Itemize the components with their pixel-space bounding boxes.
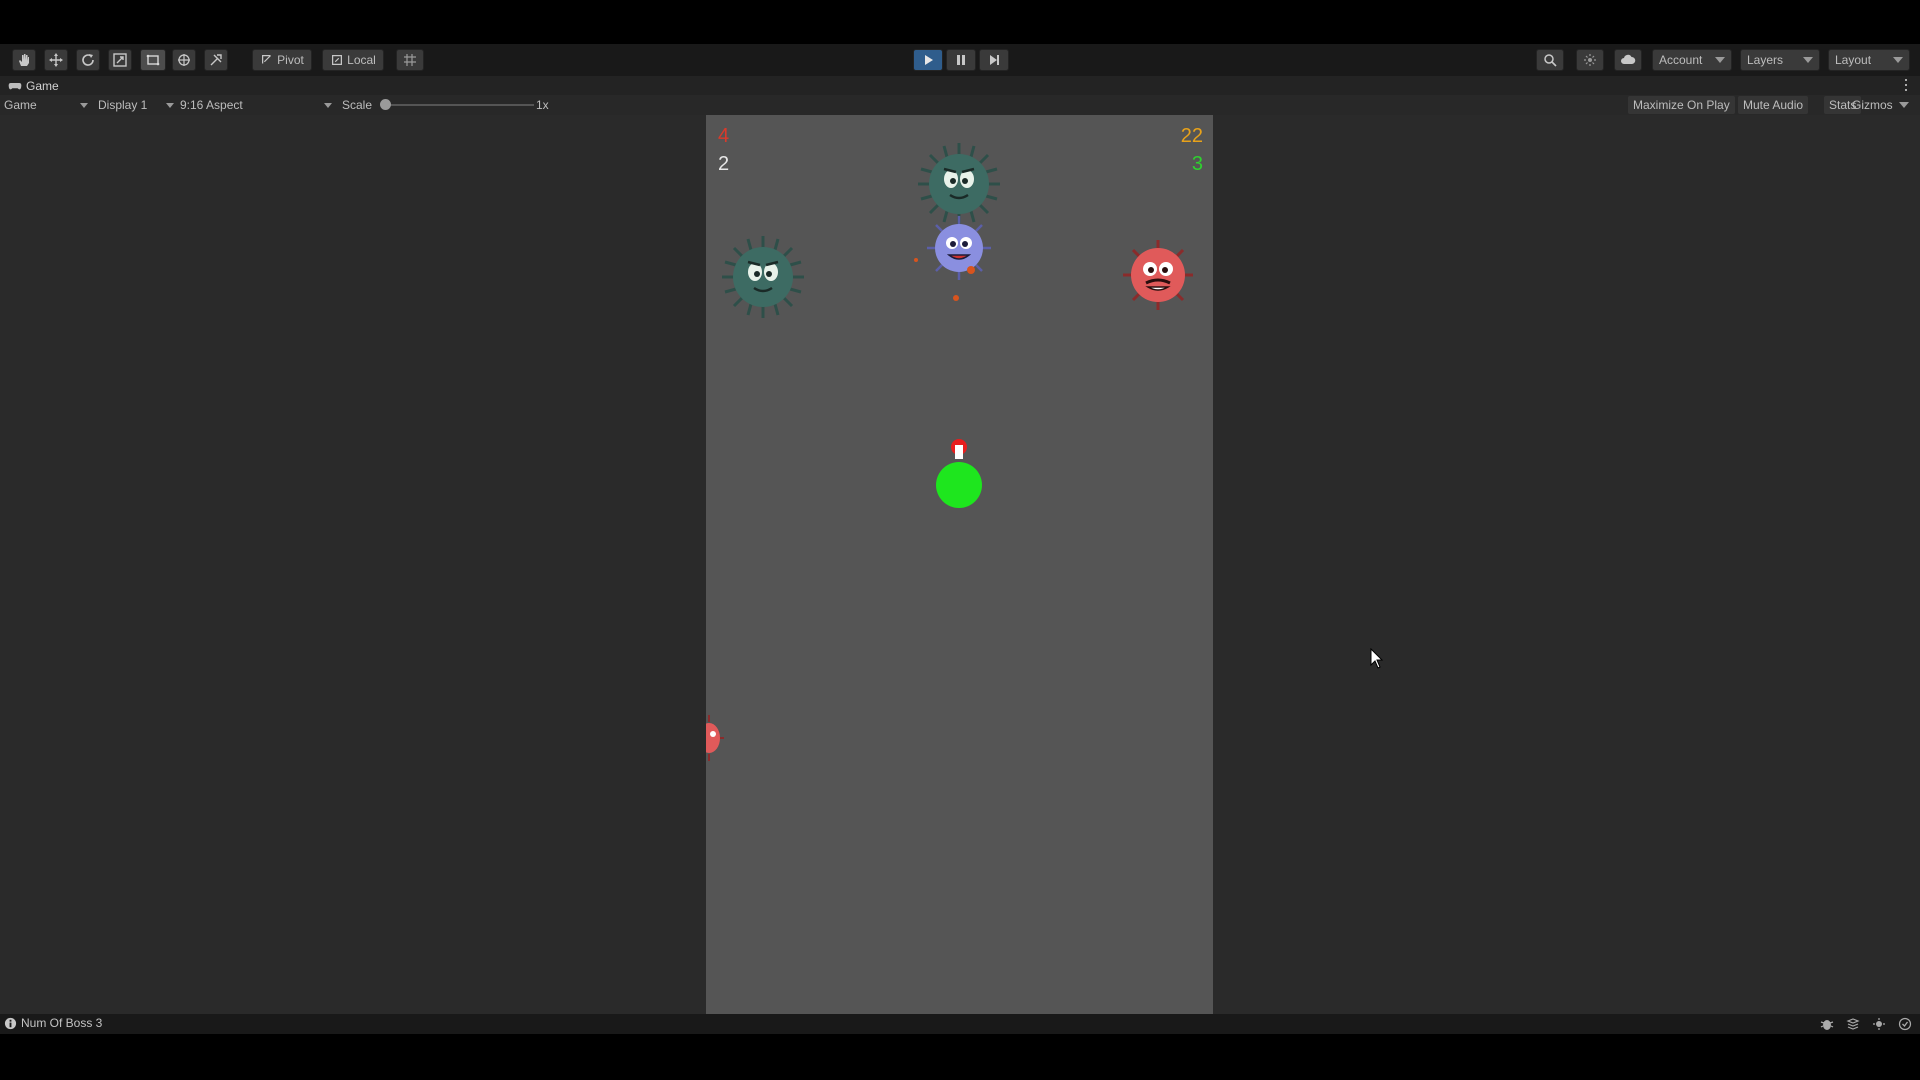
chevron-down-icon [324,102,332,108]
info-icon [4,1017,17,1029]
virus-teal-enemy [722,236,804,318]
game-canvas[interactable]: 4 2 22 3 [706,115,1213,1014]
pause-button[interactable] [946,49,976,71]
step-button[interactable] [979,49,1009,71]
rect-tool-icon[interactable] [140,49,166,71]
chevron-down-icon [1893,57,1903,63]
status-message-text: Num Of Boss 3 [21,1016,103,1030]
gizmos-toggle[interactable]: Gizmos [1852,96,1909,114]
chevron-down-icon [1715,57,1725,63]
scale-tool-icon[interactable] [108,49,132,71]
account-dropdown[interactable]: Account [1652,49,1732,71]
aspect-label: 9:16 Aspect [180,98,243,112]
lighting-icon[interactable] [1872,1017,1886,1031]
layers-label: Layers [1747,53,1784,67]
mute-audio-toggle[interactable]: Mute Audio [1738,96,1809,114]
hud-counter-white: 2 [718,153,730,175]
search-icon[interactable] [1536,49,1564,71]
collab-icon[interactable] [1576,49,1604,71]
account-label: Account [1659,53,1703,67]
mouse-cursor-icon [1370,648,1384,669]
hud-counter-green: 3 [1191,153,1203,175]
game-mode-label: Game [4,98,37,112]
status-bar: Num Of Boss 3 [0,1014,1920,1034]
chevron-down-icon [80,102,88,108]
grid-snap-icon[interactable] [396,49,424,71]
scale-slider-handle[interactable] [380,99,391,110]
hand-tool-icon[interactable] [12,49,36,71]
chevron-down-icon [166,102,174,108]
game-viewport[interactable]: 4 2 22 3 [0,115,1920,1014]
hud-counter-red: 4 [718,125,730,147]
pivot-icon [262,55,272,64]
game-mode-dropdown[interactable]: Game [4,96,88,114]
bug-icon[interactable] [1820,1017,1834,1031]
virus-red-small-enemy [706,715,724,761]
panel-tab-bar: Game [0,76,1920,95]
pause-icon [957,55,965,65]
display-label: Display 1 [98,98,148,112]
step-icon [990,55,999,65]
aspect-dropdown[interactable]: 9:16 Aspect [180,96,332,114]
scale-slider-track[interactable] [384,104,534,106]
enemy-projectiles [914,258,975,301]
tab-game[interactable]: Game [4,77,63,95]
player-ship [936,439,982,508]
cloud-icon[interactable] [1614,49,1642,71]
chevron-down-icon [1898,102,1909,108]
game-view-controls: Game Display 1 9:16 Aspect Scale 1x Maxi… [0,95,1920,115]
move-tool-icon[interactable] [44,49,68,71]
maximize-on-play-toggle[interactable]: Maximize On Play [1628,96,1735,114]
local-label: Local [347,53,376,67]
layout-dropdown[interactable]: Layout [1828,49,1910,71]
rotate-tool-icon[interactable] [76,49,100,71]
local-icon [332,55,343,65]
display-dropdown[interactable]: Display 1 [98,96,174,114]
transform-tool-icon[interactable] [172,49,196,71]
main-toolbar: Pivot Local Account Layers Layout [0,44,1920,76]
layers-dropdown[interactable]: Layers [1740,49,1820,71]
chevron-down-icon [1803,57,1813,63]
console-status-message[interactable]: Num Of Boss 3 [4,1016,102,1030]
gamepad-icon [8,82,22,89]
play-icon [925,55,933,65]
tab-game-label: Game [26,79,59,93]
gizmos-label: Gizmos [1852,98,1893,112]
local-toggle[interactable]: Local [322,49,384,71]
custom-tool-icon[interactable] [204,49,228,71]
scale-value: 1x [536,98,549,112]
pivot-label: Pivot [277,53,304,67]
more-options-icon[interactable] [1904,79,1908,91]
hud-score: 22 [1180,125,1203,147]
pivot-toggle[interactable]: Pivot [252,49,312,71]
check-circle-icon[interactable] [1898,1017,1912,1031]
virus-red-enemy [1123,240,1193,310]
layers-stack-icon[interactable] [1846,1017,1860,1031]
play-button[interactable] [913,49,943,71]
scale-label: Scale [342,98,373,112]
layout-label: Layout [1835,53,1872,67]
